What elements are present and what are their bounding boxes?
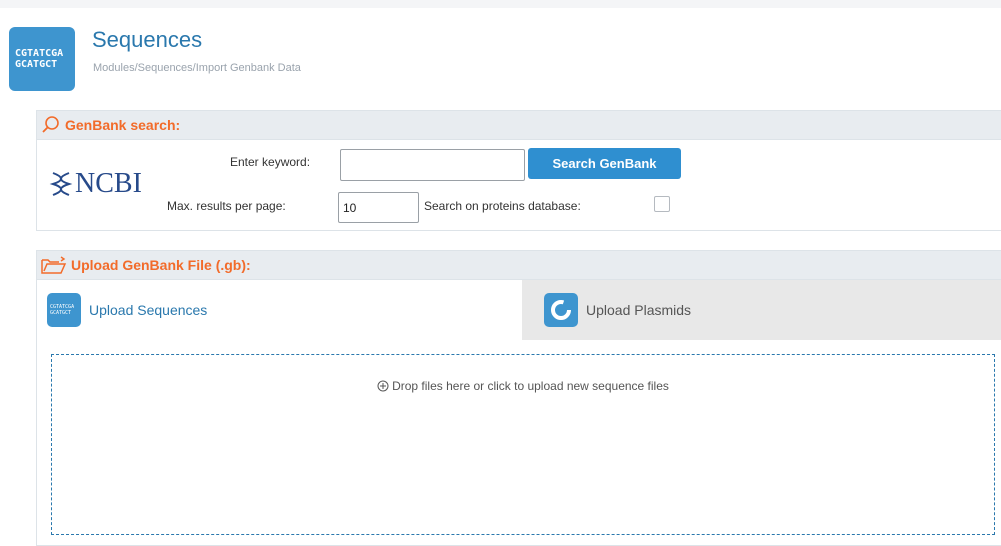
ncbi-logo: NCBI: [49, 168, 142, 200]
tab-upload-sequences-label: Upload Sequences: [89, 302, 208, 318]
genbank-search-panel: GenBank search: NCBI Enter keyword: Sear…: [36, 110, 1001, 231]
upload-title: Upload GenBank File (.gb):: [71, 257, 251, 273]
keyword-input[interactable]: [340, 149, 525, 181]
keyword-label: Enter keyword:: [230, 155, 311, 169]
dropzone-message: Drop files here or click to upload new s…: [377, 379, 669, 534]
tab-upload-plasmids-label: Upload Plasmids: [586, 302, 692, 318]
ncbi-logo-text: NCBI: [75, 168, 142, 199]
breadcrumb: Modules/Sequences/Import Genbank Data: [93, 62, 301, 74]
plus-circle-icon: [377, 380, 389, 392]
top-bar: [0, 0, 1001, 8]
sequence-icon-line-2: GCATGCT: [50, 310, 72, 316]
dna-logo-icon: CGTATCGA GCATGCT: [9, 27, 75, 91]
search-icon: [42, 116, 59, 133]
ncbi-helix-icon: [49, 172, 73, 196]
logo-line-2: GCATGCT: [15, 59, 58, 70]
genbank-search-header: GenBank search:: [37, 111, 1001, 140]
proteins-checkbox[interactable]: [654, 196, 670, 212]
max-results-input[interactable]: [338, 192, 419, 223]
tab-upload-sequences[interactable]: CGTATCGA GCATGCT Upload Sequences: [37, 280, 522, 340]
folder-upload-icon: [41, 256, 67, 274]
sequence-icon: CGTATCGA GCATGCT: [47, 293, 81, 327]
plasmid-icon: [544, 293, 578, 327]
upload-tabs: CGTATCGA GCATGCT Upload Sequences Upload…: [37, 280, 1001, 340]
search-genbank-button[interactable]: Search GenBank: [528, 148, 681, 179]
genbank-search-title: GenBank search:: [65, 117, 181, 133]
upload-genbank-panel: Upload GenBank File (.gb): CGTATCGA GCAT…: [36, 250, 1001, 546]
proteins-label: Search on proteins database:: [424, 199, 581, 213]
dropzone-text: Drop files here or click to upload new s…: [392, 379, 669, 393]
page-title: Sequences: [92, 27, 203, 52]
dropzone[interactable]: Drop files here or click to upload new s…: [51, 354, 995, 535]
tab-upload-plasmids[interactable]: Upload Plasmids: [522, 280, 1001, 340]
upload-header: Upload GenBank File (.gb):: [37, 251, 1001, 280]
logo-line-1: CGTATCGA: [15, 48, 64, 59]
max-results-label: Max. results per page:: [167, 199, 286, 213]
